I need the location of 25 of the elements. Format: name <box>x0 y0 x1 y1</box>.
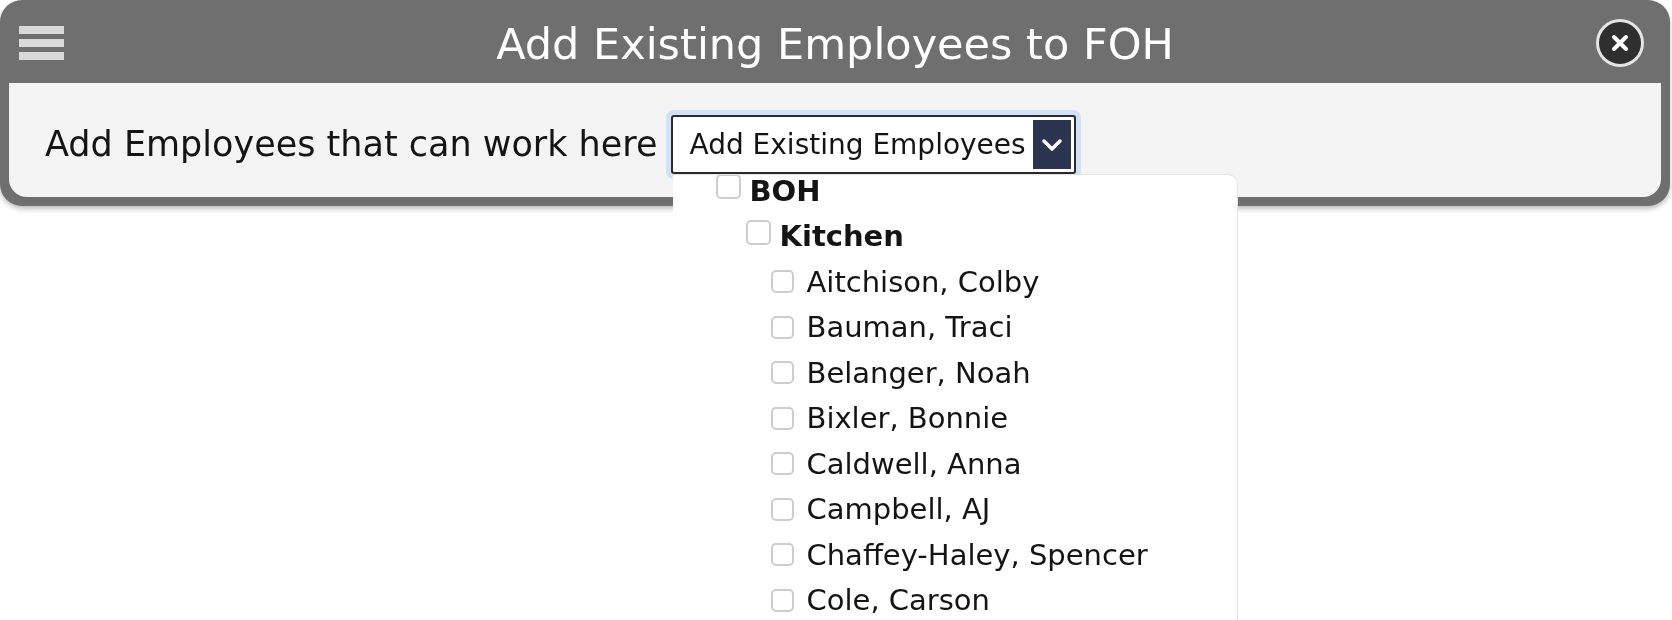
employee-name: Aitchison, Colby <box>806 263 1040 300</box>
dialog-title: Add Existing Employees to FOH <box>496 18 1174 71</box>
employee-name: Bauman, Traci <box>806 309 1013 346</box>
checkbox[interactable] <box>771 452 795 476</box>
checkbox[interactable] <box>746 219 772 245</box>
checkbox[interactable] <box>771 543 795 567</box>
group-label: Kitchen <box>779 218 904 255</box>
checkbox[interactable] <box>771 406 795 430</box>
employee-name: Belanger, Noah <box>806 354 1031 391</box>
checkbox[interactable] <box>771 361 795 385</box>
employee-name: Bixler, Bonnie <box>806 400 1009 437</box>
employee-name: Caldwell, Anna <box>806 445 1022 482</box>
field-label: Add Employees that can work here <box>45 123 658 166</box>
checkbox[interactable] <box>771 497 795 521</box>
group-label: BOH <box>749 175 821 209</box>
checkbox[interactable] <box>771 270 795 294</box>
employee-name: Campbell, AJ <box>806 491 991 528</box>
checkbox[interactable] <box>771 315 795 339</box>
checkbox[interactable] <box>716 175 742 200</box>
menu-icon[interactable] <box>19 25 64 60</box>
employee-name: Chaffey-Haley, Spencer <box>806 536 1148 573</box>
close-icon[interactable] <box>1596 19 1644 67</box>
employee-name: Cole, Carson <box>806 582 990 619</box>
chevron-down-icon[interactable] <box>1033 120 1072 169</box>
checkbox[interactable] <box>771 588 795 612</box>
